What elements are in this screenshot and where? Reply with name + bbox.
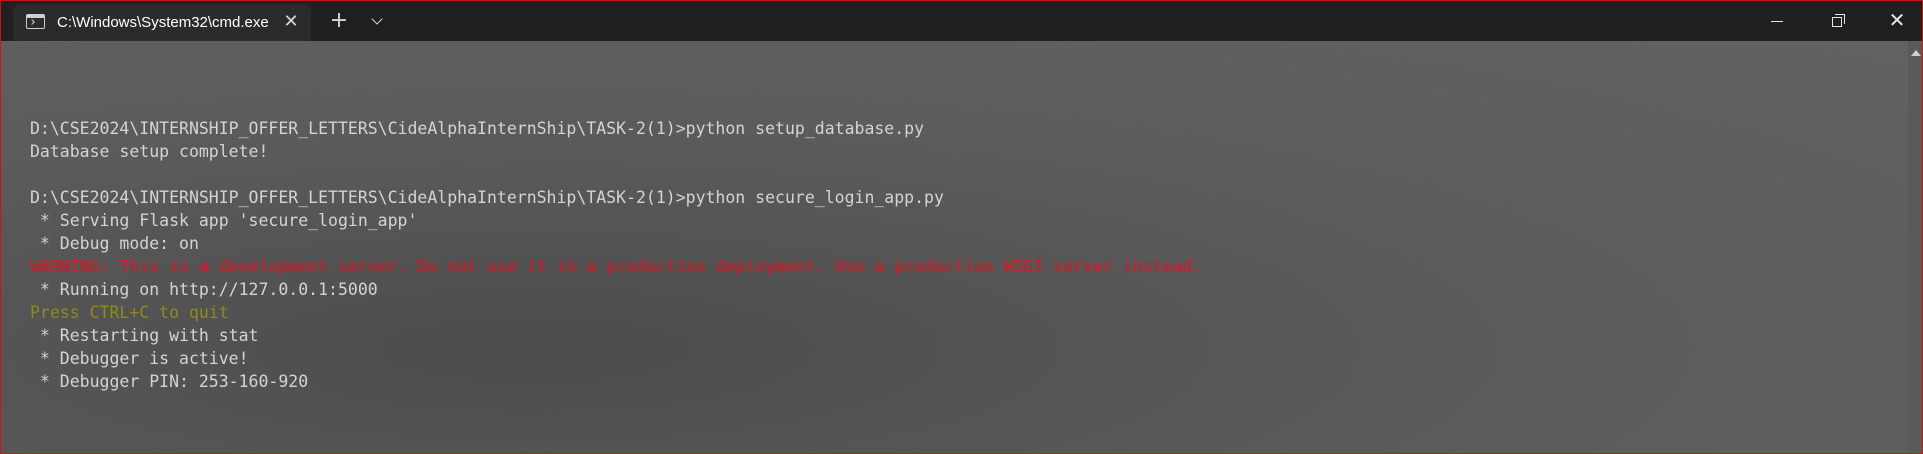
hint-line: Press CTRL+C to quit (30, 303, 229, 322)
terminal-output-area[interactable]: D:\CSE2024\INTERNSHIP_OFFER_LETTERS\Cide… (1, 41, 1908, 453)
title-bar: C:\Windows\System32\cmd.exe ✕ + ✕ (1, 1, 1922, 41)
restore-button[interactable] (1807, 1, 1867, 41)
terminal-line: Database setup complete! (30, 142, 269, 161)
terminal-line: * Restarting with stat (30, 326, 259, 345)
terminal-icon (26, 14, 45, 29)
close-tab-button[interactable]: ✕ (281, 12, 301, 32)
minimize-button[interactable] (1747, 1, 1807, 41)
restore-icon (1832, 17, 1842, 27)
tab-dropdown-button[interactable] (361, 7, 393, 35)
tab-cmd[interactable]: C:\Windows\System32\cmd.exe ✕ (13, 4, 311, 41)
close-window-button[interactable]: ✕ (1867, 1, 1922, 41)
terminal-line: * Running on http://127.0.0.1:5000 (30, 280, 378, 299)
warning-line: WARNING: This is a development server. D… (30, 257, 1203, 276)
minimize-icon (1771, 21, 1783, 22)
terminal-line: * Serving Flask app 'secure_login_app' (30, 211, 418, 230)
terminal-window: C:\Windows\System32\cmd.exe ✕ + ✕ D:\CSE… (0, 0, 1923, 454)
scroll-up-arrow-icon[interactable] (1911, 50, 1921, 56)
terminal-line: * Debug mode: on (30, 234, 199, 253)
terminal-line: * Debugger is active! (30, 349, 249, 368)
close-icon: ✕ (1888, 8, 1906, 32)
tab-title: C:\Windows\System32\cmd.exe (57, 14, 269, 31)
terminal-line: * Debugger PIN: 253-160-920 (30, 372, 309, 391)
vertical-scrollbar[interactable] (1908, 41, 1922, 453)
new-tab-button[interactable]: + (323, 7, 355, 35)
terminal-output: D:\CSE2024\INTERNSHIP_OFFER_LETTERS\Cide… (30, 94, 1202, 393)
chevron-down-icon (371, 13, 383, 25)
terminal-line: D:\CSE2024\INTERNSHIP_OFFER_LETTERS\Cide… (30, 188, 944, 207)
terminal-line: D:\CSE2024\INTERNSHIP_OFFER_LETTERS\Cide… (30, 119, 925, 138)
